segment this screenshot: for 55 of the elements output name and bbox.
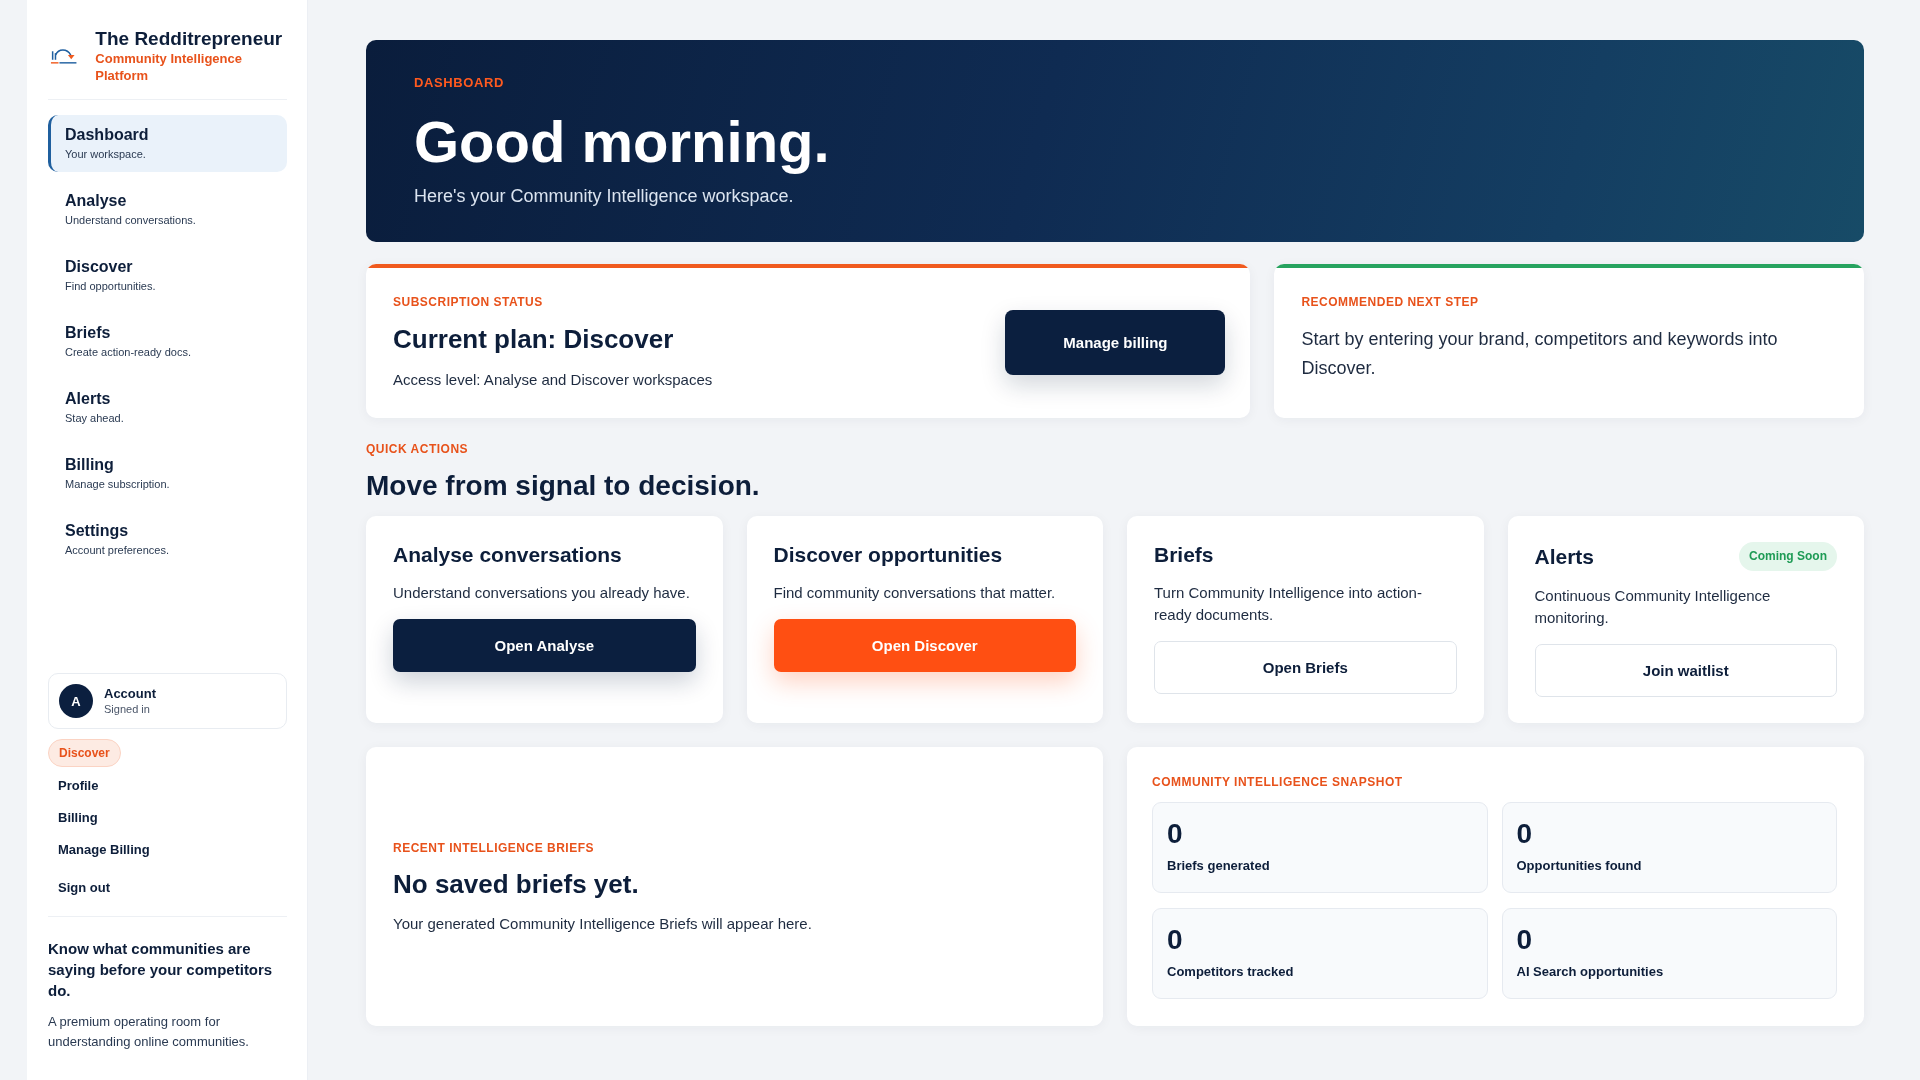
card-text: Start by entering your brand, competitors and keywords into Discover. (1301, 328, 1779, 380)
card-title: No saved briefs yet. (393, 867, 640, 900)
card-title: Briefs (1154, 542, 1214, 568)
blurb: A premium operating room for understanding online communities. (48, 1013, 250, 1051)
account-status: Signed in (104, 702, 151, 716)
account-name: Account (104, 686, 156, 702)
logo-icon (50, 46, 79, 65)
plan-badge: Discover (48, 739, 121, 767)
tagline: Know what communities are saying before your competitors do. (48, 939, 274, 1001)
stat-value: 0 (1167, 818, 1184, 850)
manage-billing-button[interactable]: Manage billing (1005, 309, 1226, 375)
nav-item[interactable]: Billing Manage subscription. (48, 445, 287, 502)
brand-subtitle: Community Intelligence Platform (95, 50, 243, 84)
status-badge: Coming Soon (1739, 542, 1837, 571)
stat-label: AI Search opportunities (1516, 964, 1665, 980)
nav-item[interactable]: Dashboard Your workspace. (48, 115, 287, 172)
eyebrow-label: COMMUNITY INTELLIGENCE SNAPSHOT (1152, 774, 1404, 790)
nav-item[interactable]: Analyse Understand conversations. (48, 181, 287, 238)
stat-label: Briefs generated (1167, 858, 1271, 874)
card-title: Current plan: Discover (393, 323, 675, 355)
account-link[interactable]: Billing (48, 802, 108, 834)
action-button[interactable]: Open Briefs (1154, 641, 1457, 694)
account-link[interactable]: Profile (48, 770, 109, 802)
action-button[interactable]: Open Analyse (393, 619, 696, 672)
card-title: Alerts (1534, 543, 1595, 570)
account-link[interactable]: Sign out (48, 872, 120, 904)
eyebrow-label: QUICK ACTIONS (366, 441, 470, 457)
card-text: Turn Community Intelligence into action-ready documents. (1154, 583, 1423, 625)
hero-subtitle: Here's your Community Intelligence workspace. (414, 185, 795, 208)
nav-item[interactable]: Discover Find opportunities. (48, 247, 287, 304)
stat-label: Opportunities found (1516, 858, 1643, 874)
card-title: Analyse conversations (393, 542, 622, 568)
section-heading: Move from signal to decision. (366, 469, 761, 503)
greeting-heading: Good morning. (414, 110, 831, 174)
card-text: Continuous Community Intelligence monitoring. (1534, 586, 1772, 628)
card-text: Your generated Community Intelligence Briefs will appear here. (393, 913, 813, 934)
nav-item[interactable]: Briefs Create action-ready docs. (48, 313, 287, 370)
stat-label: Competitors tracked (1167, 964, 1295, 980)
action-button[interactable]: Join waitlist (1534, 644, 1837, 697)
nav-item[interactable]: Alerts Stay ahead. (48, 379, 287, 436)
eyebrow-label: RECOMMENDED NEXT STEP (1301, 294, 1480, 310)
account-link[interactable]: Manage Billing (48, 834, 160, 866)
eyebrow-label: SUBSCRIPTION STATUS (393, 294, 544, 310)
stat-value: 0 (1167, 924, 1184, 956)
stat-value: 0 (1516, 924, 1534, 956)
stat-value: 0 (1516, 818, 1534, 850)
card-text: Find community conversations that matter. (773, 583, 1057, 603)
eyebrow-label: DASHBOARD (414, 75, 505, 91)
avatar: A (59, 684, 93, 718)
card-text: Understand conversations you already have. (393, 583, 691, 603)
nav-item[interactable]: Settings Account preferences. (48, 511, 287, 568)
card-text: Access level: Analyse and Discover workspaces (393, 370, 713, 390)
eyebrow-label: RECENT INTELLIGENCE BRIEFS (393, 839, 595, 856)
brand-title: The Redditrepreneur (95, 27, 284, 50)
card-title: Discover opportunities (773, 542, 1003, 568)
